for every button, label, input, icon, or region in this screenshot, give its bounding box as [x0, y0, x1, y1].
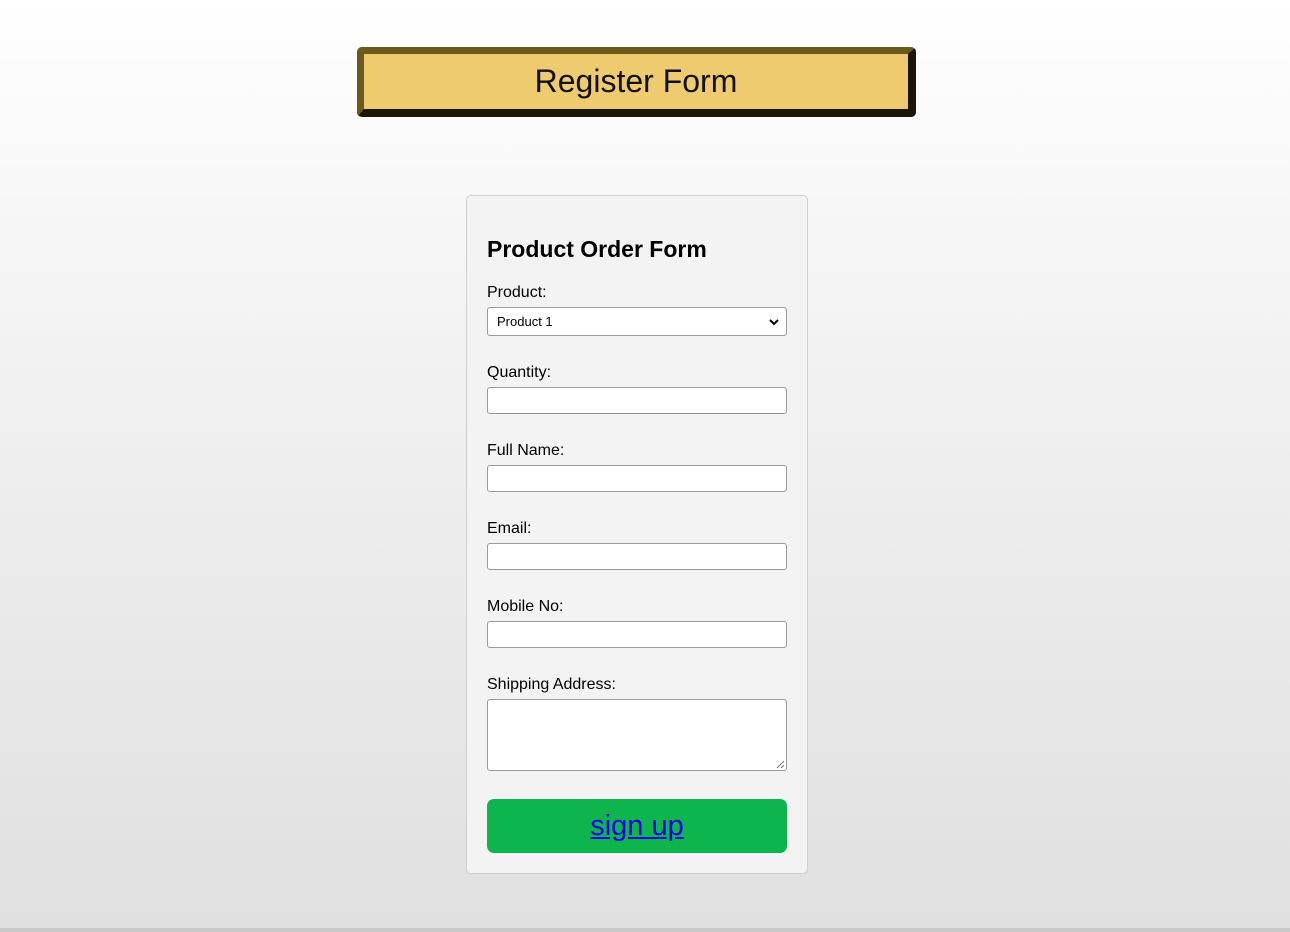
- shipping-address-textarea[interactable]: [487, 699, 787, 771]
- bottom-divider: [0, 928, 1290, 932]
- email-label: Email:: [487, 520, 532, 537]
- email-input[interactable]: [487, 543, 787, 570]
- form-heading: Product Order Form: [487, 236, 707, 262]
- shipping-address-label: Shipping Address:: [487, 676, 616, 693]
- chevron-down-icon: [769, 318, 779, 325]
- full-name-label: Full Name:: [487, 442, 565, 459]
- header-banner: Register Form: [357, 47, 916, 117]
- sign-up-link[interactable]: sign up: [590, 810, 684, 843]
- mobile-label: Mobile No:: [487, 598, 564, 615]
- page-title: Register Form: [534, 63, 738, 99]
- mobile-input[interactable]: [487, 621, 787, 648]
- quantity-label: Quantity:: [487, 364, 552, 381]
- resize-handle-icon[interactable]: [776, 760, 785, 769]
- product-select[interactable]: Product 1: [487, 307, 787, 336]
- full-name-input[interactable]: [487, 465, 787, 492]
- product-select-value: Product 1: [497, 314, 553, 329]
- product-label: Product:: [487, 284, 547, 301]
- sign-up-button[interactable]: sign up: [487, 799, 787, 853]
- order-form-card: Product Order Form Product: Product 1 Qu…: [466, 195, 808, 874]
- quantity-input[interactable]: [487, 387, 787, 414]
